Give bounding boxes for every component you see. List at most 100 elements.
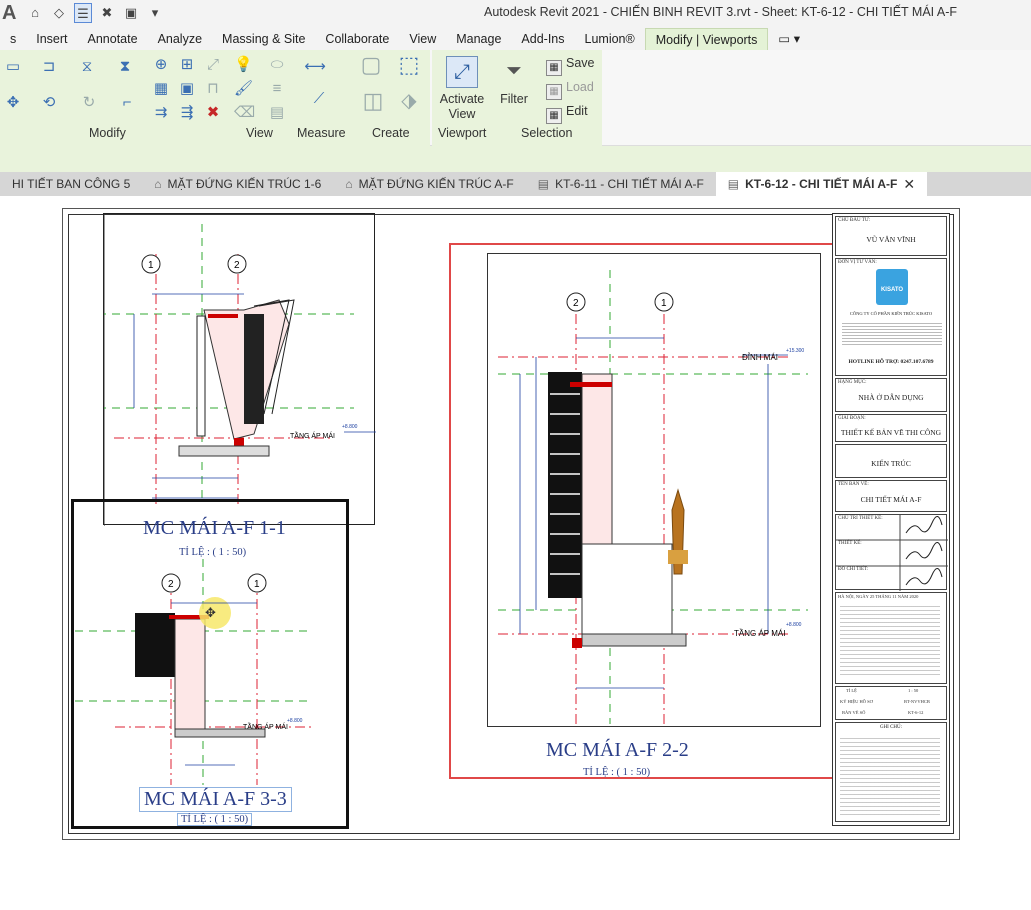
mirror-axis-icon[interactable]: ⧖: [78, 58, 96, 76]
split-icon[interactable]: ⇉: [152, 104, 170, 122]
menu-tab-architecture[interactable]: s: [0, 28, 26, 50]
tb-value: CHI TIẾT MÁI A-F: [860, 495, 922, 504]
tb-hotline: HOTLINE HỖ TRỢ: 0247.107.6789: [848, 359, 934, 365]
activate-view-label-1: Activate: [439, 92, 485, 106]
tb-signatures: CHỦ TRÌ THIẾT KẾ: THIẾT KẾ: ĐO CHI TIẾT:: [835, 514, 948, 591]
ribbon-toggle-dropdown[interactable]: ▭ ▾: [768, 28, 810, 50]
move-arrows-icon[interactable]: ✥: [4, 94, 22, 112]
tab-mat-dung-a-f[interactable]: ⌂ MẶT ĐỨNG KIẾN TRÚC A-F: [333, 172, 525, 196]
selected-viewport-3-3-box[interactable]: [71, 499, 349, 829]
delete-icon[interactable]: ✖: [204, 104, 222, 122]
tb-label: ĐƠN VỊ TƯ VẤN:: [838, 260, 877, 265]
create-view-icon[interactable]: ⬚: [396, 54, 422, 82]
activate-view-label-2: View: [448, 107, 476, 121]
tab-chi-tiet-ban-cong-5[interactable]: HI TIẾT BAN CÔNG 5: [0, 172, 142, 196]
options-bar: [0, 146, 1031, 172]
tb-ghi-chu-text: [840, 735, 940, 817]
group-create: Create: [372, 126, 410, 140]
copy-rotate-icon[interactable]: ⟲: [40, 94, 58, 112]
group-view: View: [246, 126, 273, 140]
activate-view-button[interactable]: ⤢ Activate View: [438, 56, 486, 122]
save-selection-button[interactable]: ▦ Save: [546, 56, 595, 76]
measure-icon[interactable]: ⟷: [300, 58, 330, 76]
menu-tab-collaborate[interactable]: Collaborate: [315, 28, 399, 50]
create-parts-icon[interactable]: ◫: [358, 90, 388, 118]
group-selection: Selection: [521, 126, 573, 140]
switch-windows-icon[interactable]: ▣: [122, 3, 140, 23]
tab-kt-6-11[interactable]: ▤ KT-6-11 - CHI TIẾT MÁI A-F: [526, 172, 716, 196]
load-selection-button[interactable]: ▦ Load: [546, 80, 594, 100]
menu-tab-manage[interactable]: Manage: [446, 28, 511, 50]
tang-ap-mai-label-1: TẦNG ÁP MÁI: [290, 430, 335, 440]
pin-icon[interactable]: ⊓: [204, 80, 222, 98]
override-icon[interactable]: ⬭: [268, 56, 286, 74]
align-icon[interactable]: ▭: [4, 58, 22, 76]
move-icon[interactable]: ⊕: [152, 56, 170, 74]
tab-label: KT-6-12 - CHI TIẾT MÁI A-F: [745, 177, 898, 191]
tb-notes-text: [840, 603, 940, 675]
tb-chu-dau-tu: CHỦ ĐẦU TƯ: VŨ VĂN VĨNH: [835, 216, 947, 256]
tb-label: GHI CHÚ:: [879, 725, 903, 730]
viewport-1-1[interactable]: 1 2 TẦNG ÁP MÁI +8.800: [84, 213, 376, 526]
sheet-icon: ▤: [727, 177, 740, 191]
hide-icon[interactable]: 💡: [234, 56, 253, 74]
sheet[interactable]: 1 2 TẦNG ÁP MÁI +8.800 2 1 ĐỈNH MÁI +15.…: [62, 208, 960, 840]
offset-icon[interactable]: ⊐: [40, 58, 58, 76]
group-measure: Measure: [297, 126, 346, 140]
load-label: Load: [566, 80, 594, 94]
section-box-icon[interactable]: ▢: [358, 54, 384, 82]
thin-lines-icon[interactable]: ☰: [74, 3, 92, 23]
view-tabs: HI TIẾT BAN CÔNG 5 ⌂ MẶT ĐỨNG KIẾN TRÚC 1…: [0, 172, 1031, 196]
eraser-icon[interactable]: ⌫: [234, 104, 255, 122]
linework-icon[interactable]: ≡: [268, 80, 286, 98]
edit-selection-button[interactable]: ▦ Edit: [546, 104, 588, 124]
mirror-draw-icon[interactable]: ⧗: [116, 58, 134, 76]
rotate-icon[interactable]: ↻: [80, 94, 98, 112]
rotate-copy-icon[interactable]: ▣: [178, 80, 196, 98]
tab-label: HI TIẾT BAN CÔNG 5: [12, 177, 131, 191]
filter-icon: ⏷: [506, 60, 522, 82]
menu-tab-modify-viewports[interactable]: Modify | Viewports: [644, 28, 769, 50]
scale-icon[interactable]: ⤢: [204, 56, 222, 74]
activate-view-icon: ⤢: [446, 56, 478, 88]
view-range-icon[interactable]: ▤: [268, 104, 286, 122]
drawing-canvas[interactable]: 1 2 TẦNG ÁP MÁI +8.800 2 1 ĐỈNH MÁI +15.…: [0, 196, 1031, 910]
tb-giai-doan: GIAI ĐOẠN: THIẾT KẾ BẢN VẼ THI CÔNG: [835, 414, 947, 442]
kisato-logo: KISATO: [876, 269, 908, 305]
array-icon[interactable]: ▦: [152, 80, 170, 98]
open-icon[interactable]: ◇: [50, 3, 68, 23]
tb-value: 1 : 50: [908, 688, 919, 693]
sheet-icon: ▤: [537, 177, 550, 191]
dimension-icon[interactable]: ⟋: [304, 90, 334, 108]
revit-logo[interactable]: A: [2, 2, 16, 25]
title-block[interactable]: CHỦ ĐẦU TƯ: VŨ VĂN VĨNH ĐƠN VỊ TƯ VẤN: K…: [832, 213, 950, 826]
copy-icon[interactable]: ⊞: [178, 56, 196, 74]
menu-tab-analyze[interactable]: Analyze: [148, 28, 212, 50]
dropdown-icon[interactable]: ▾: [146, 3, 164, 23]
tb-hang-muc: HẠNG MỤC: NHÀ Ở DÂN DỤNG: [835, 378, 947, 412]
menu-tab-addins[interactable]: Add-Ins: [511, 28, 574, 50]
paint-brush-icon[interactable]: 🖌: [234, 80, 253, 98]
highlight-viewport-2-2-box: [449, 243, 863, 779]
menu-tab-lumion[interactable]: Lumion®: [575, 28, 645, 50]
filter-button[interactable]: ⏷ Filter: [494, 56, 534, 107]
trim-icon[interactable]: ⇶: [178, 104, 196, 122]
level-8800-label-1: +8.800: [342, 424, 358, 430]
create-assembly-icon[interactable]: ⬗: [396, 91, 422, 118]
home-icon[interactable]: ⌂: [26, 3, 44, 23]
menu-tab-insert[interactable]: Insert: [26, 28, 77, 50]
tab-kt-6-12[interactable]: ▤ KT-6-12 - CHI TIẾT MÁI A-F ✕: [715, 172, 928, 196]
tb-bo-mon: KIẾN TRÚC: [835, 444, 947, 478]
close-hidden-icon[interactable]: ✖: [98, 3, 116, 23]
menu-tab-view[interactable]: View: [399, 28, 446, 50]
menu-tab-massing-site[interactable]: Massing & Site: [212, 28, 315, 50]
tab-mat-dung-1-6[interactable]: ⌂ MẶT ĐỨNG KIẾN TRÚC 1-6: [142, 172, 333, 196]
ribbon-tabs: s Insert Annotate Analyze Massing & Site…: [0, 28, 1031, 50]
tb-label: TỈ LỆ: [846, 688, 857, 693]
tb-value: KT-6-12: [908, 710, 924, 715]
trim-extend-icon[interactable]: ⌐: [118, 94, 136, 112]
tb-ten-ban-ve: TÊN BẢN VẼ: CHI TIẾT MÁI A-F: [835, 480, 947, 512]
title-bar: A ⌂ ◇ ☰ ✖ ▣ ▾ Autodesk Revit 2021 - CHIẾ…: [0, 0, 1031, 28]
close-tab-icon[interactable]: ✕: [903, 172, 915, 196]
menu-tab-annotate[interactable]: Annotate: [78, 28, 148, 50]
